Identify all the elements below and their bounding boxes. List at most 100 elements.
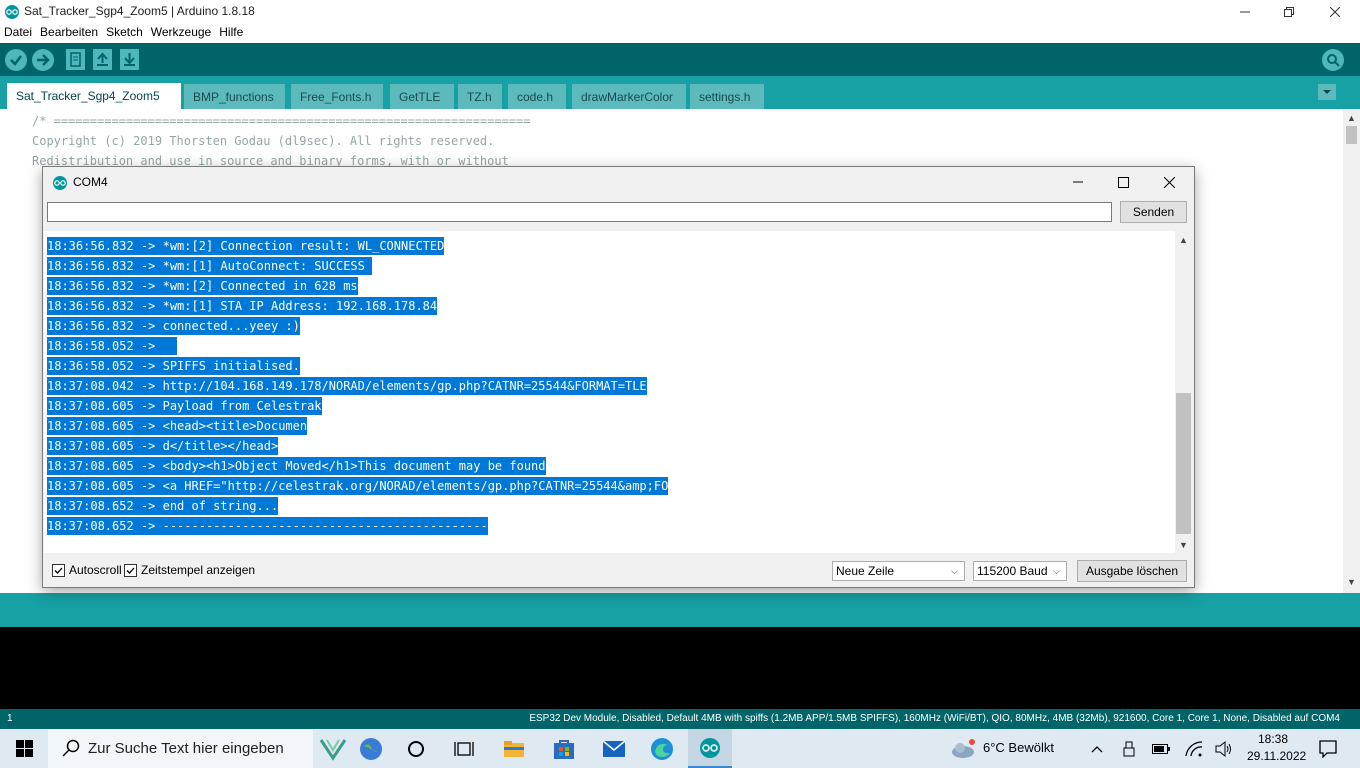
save-icon[interactable]	[120, 49, 139, 70]
chevron-down-icon: ⌵	[951, 566, 958, 576]
timestamp-label: Zeitstempel anzeigen	[141, 563, 256, 577]
toolbar	[0, 43, 1360, 76]
edge-icon[interactable]	[642, 729, 682, 768]
output-line: 18:37:08.605 -> <head><title>Documen	[47, 417, 308, 435]
battery-icon[interactable]	[1150, 729, 1172, 768]
output-line: 18:36:56.832 -> connected...yeey :)	[47, 317, 300, 335]
output-line: 18:37:08.605 -> d</title></head>	[47, 437, 279, 455]
autoscroll-checkbox[interactable]: Autoscroll	[52, 563, 122, 577]
open-icon[interactable]	[93, 49, 112, 70]
menu-sketch[interactable]: Sketch	[102, 24, 147, 39]
window-title-bar: Sat_Tracker_Sgp4_Zoom5 | Arduino 1.8.18	[0, 0, 1360, 24]
output-line: 18:37:08.605 -> <a HREF="http://celestra…	[47, 477, 669, 495]
tab-sat-tracker[interactable]: Sat_Tracker_Sgp4_Zoom5	[7, 83, 181, 109]
line-ending-value: Neue Zeile	[836, 564, 895, 578]
weather-text[interactable]: 6°C Bewölkt	[983, 740, 1054, 755]
task-view-icon[interactable]	[444, 729, 484, 768]
arduino-logo-icon	[53, 176, 67, 190]
store-icon[interactable]	[544, 729, 584, 768]
tab-bmp-functions[interactable]: BMP_functions	[184, 84, 285, 109]
menu-datei[interactable]: Datei	[0, 24, 36, 39]
editor-scrollbar[interactable]: ▲ ▼	[1343, 109, 1360, 593]
serial-monitor-magnifier-icon[interactable]	[1322, 49, 1344, 71]
clock-date[interactable]: 29.11.2022	[1247, 749, 1306, 763]
window-title: Sat_Tracker_Sgp4_Zoom5 | Arduino 1.8.18	[24, 4, 255, 18]
serial-input[interactable]	[47, 202, 1112, 222]
new-icon[interactable]	[66, 49, 85, 70]
mail-icon[interactable]	[594, 729, 634, 768]
arduino-taskbar-icon[interactable]	[688, 729, 732, 768]
scroll-up-icon[interactable]: ▲	[1178, 234, 1189, 245]
output-line: 18:36:56.832 -> *wm:[1] AutoConnect: SUC…	[47, 257, 373, 275]
send-button[interactable]: Senden	[1120, 201, 1187, 223]
file-explorer-icon[interactable]	[494, 729, 534, 768]
clear-output-button[interactable]: Ausgabe löschen	[1077, 560, 1187, 582]
serial-monitor-title: COM4	[73, 175, 108, 189]
baud-select[interactable]: 115200 Baud ⌵	[973, 561, 1067, 581]
scrollbar-thumb[interactable]	[1346, 126, 1357, 144]
tab-settings[interactable]: settings.h	[690, 84, 764, 109]
tab-menu-chevron-down-icon[interactable]	[1318, 84, 1336, 100]
upload-icon[interactable]	[32, 49, 54, 71]
output-line: 18:37:08.652 -> end of string...	[47, 497, 279, 515]
tab-free-fonts[interactable]: Free_Fonts.h	[291, 84, 383, 109]
line-ending-select[interactable]: Neue Zeile ⌵	[832, 561, 965, 581]
checkbox-checked-icon[interactable]	[52, 563, 65, 577]
arduino-logo-icon	[5, 5, 19, 19]
restore-icon[interactable]	[1266, 0, 1312, 24]
tab-gettle[interactable]: GetTLE	[390, 84, 454, 109]
notification-icon[interactable]	[1310, 729, 1346, 768]
scroll-down-icon[interactable]: ▼	[1178, 539, 1189, 550]
clock-time[interactable]: 18:38	[1258, 732, 1288, 746]
usb-icon[interactable]	[1118, 729, 1140, 768]
scroll-up-icon[interactable]: ▲	[1346, 112, 1357, 123]
output-line: 18:36:56.832 -> *wm:[2] Connection resul…	[47, 237, 445, 255]
tab-drawmarkercolor[interactable]: drawMarkerColor	[572, 84, 686, 109]
close-icon[interactable]	[1312, 0, 1358, 24]
cortana-icon[interactable]	[398, 729, 434, 768]
chevron-up-icon[interactable]	[1086, 729, 1108, 768]
minimize-icon[interactable]	[1222, 0, 1268, 24]
serial-output[interactable]: 18:36:56.832 -> *wm:[2] Connection resul…	[44, 231, 1175, 553]
wifi-icon[interactable]	[1183, 729, 1205, 768]
weather-cloud-icon[interactable]	[950, 729, 976, 768]
taskbar-search[interactable]: Zur Suche Text hier eingeben	[48, 729, 313, 768]
search-icon	[62, 739, 80, 757]
menu-hilfe[interactable]: Hilfe	[215, 24, 247, 39]
taskbar: Zur Suche Text hier eingeben 6°C Bewölkt	[0, 729, 1360, 768]
checkbox-checked-icon[interactable]	[124, 563, 137, 577]
minimize-icon[interactable]	[1056, 171, 1100, 193]
tab-code[interactable]: code.h	[508, 84, 566, 109]
verify-icon[interactable]	[5, 49, 27, 71]
autoscroll-label: Autoscroll	[69, 563, 122, 577]
serial-monitor-window: COM4 Senden 18:36:56.832 -> *wm:[2] Conn…	[42, 166, 1195, 588]
scrollbar-thumb[interactable]	[1176, 393, 1191, 534]
close-icon[interactable]	[1147, 171, 1191, 193]
globe-icon[interactable]	[354, 729, 388, 768]
output-line: 18:36:58.052 -> SPIFFS initialised.	[47, 357, 300, 375]
scroll-down-icon[interactable]: ▼	[1346, 576, 1357, 587]
baud-value: 115200 Baud	[977, 564, 1048, 578]
volume-icon[interactable]	[1213, 729, 1235, 768]
widget-icon[interactable]	[314, 729, 352, 768]
menu-bearbeiten[interactable]: Bearbeiten	[36, 24, 102, 39]
output-scrollbar[interactable]: ▲ ▼	[1175, 231, 1192, 553]
menu-werkzeuge[interactable]: Werkzeuge	[147, 24, 215, 39]
output-line: 18:37:08.042 -> http://104.168.149.178/N…	[47, 377, 647, 395]
tab-strip: Sat_Tracker_Sgp4_Zoom5 BMP_functions Fre…	[0, 76, 1360, 109]
status-bar: 1 ESP32 Dev Module, Disabled, Default 4M…	[0, 709, 1360, 729]
serial-controls: Autoscroll Zeitstempel anzeigen Neue Zei…	[43, 555, 1194, 587]
chevron-down-icon: ⌵	[1053, 566, 1060, 576]
search-placeholder: Zur Suche Text hier eingeben	[88, 740, 284, 757]
code-line: /* =====================================…	[32, 114, 531, 128]
windows-start-icon[interactable]	[0, 729, 48, 768]
status-line-number: 1	[7, 713, 13, 724]
maximize-icon[interactable]	[1101, 171, 1145, 193]
timestamp-checkbox[interactable]: Zeitstempel anzeigen	[124, 563, 255, 577]
output-line: 18:36:56.832 -> *wm:[2] Connected in 628…	[47, 277, 358, 295]
console-header	[0, 593, 1360, 627]
output-line: 18:37:08.605 -> <body><h1>Object Moved</…	[47, 457, 546, 475]
tab-tz[interactable]: TZ.h	[458, 84, 502, 109]
output-line: 18:37:08.652 -> ------------------------…	[47, 517, 488, 535]
code-line: Copyright (c) 2019 Thorsten Godau (dl9se…	[32, 134, 495, 148]
